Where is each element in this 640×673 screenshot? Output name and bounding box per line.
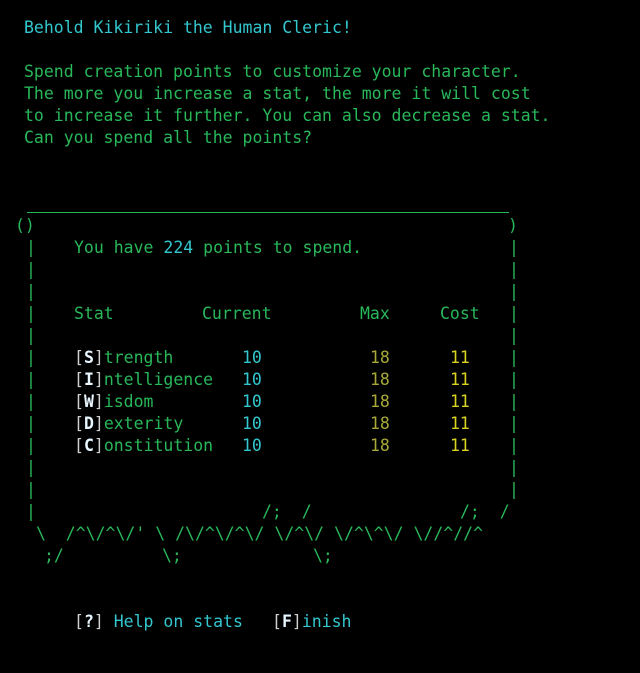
scroll-art-2: /; /	[460, 502, 510, 521]
header-max: Max	[360, 304, 390, 323]
stat-row-intelligence[interactable]: [I]ntelligence	[74, 369, 213, 391]
finish-button[interactable]: [F]inish	[272, 611, 351, 633]
scroll-art-6: \;	[313, 546, 333, 565]
header-cost: Cost	[440, 304, 480, 323]
stat-hotkey[interactable]: D	[84, 414, 94, 433]
stat-hotkey[interactable]: S	[84, 348, 94, 367]
stat-row-constitution[interactable]: [C]onstitution	[74, 435, 213, 457]
help-label: Help on stats	[113, 612, 243, 631]
header-current: Current	[202, 304, 272, 323]
character-title: Behold Kikiriki the Human Cleric!	[24, 18, 352, 37]
scroll-art-5: \;	[162, 546, 182, 565]
stat-max: 18	[370, 392, 390, 411]
intro-line-4: Can you spend all the points?	[24, 128, 313, 147]
header-stat: Stat	[74, 304, 114, 323]
stat-max: 18	[370, 414, 390, 433]
intro-line-3: to increase it further. You can also dec…	[24, 106, 551, 125]
stat-current: 10	[242, 348, 262, 367]
stat-cost: 11	[450, 370, 470, 389]
scroll-art-1: /; /	[262, 502, 312, 521]
help-button[interactable]: [?] Help on stats	[74, 611, 243, 633]
panel-right-border: | | | | | | | | | | | |	[509, 238, 519, 499]
stat-current: 10	[242, 414, 262, 433]
stat-cost: 11	[450, 436, 470, 455]
finish-hotkey[interactable]: F	[282, 612, 292, 631]
help-hotkey[interactable]: ?	[84, 612, 94, 631]
points-prefix: You have	[74, 238, 154, 257]
panel-left-border: | | | | | | | | | | | | |	[26, 238, 36, 521]
panel-top-border	[27, 212, 509, 213]
panel-left-corner: ()	[15, 216, 35, 235]
stat-max: 18	[370, 370, 390, 389]
stat-name: trength	[103, 348, 174, 367]
intro-line-2: The more you increase a stat, the more i…	[24, 84, 531, 103]
stat-current: 10	[242, 370, 262, 389]
stat-name: ntelligence	[103, 370, 214, 389]
scroll-art-4: ;/	[44, 546, 64, 565]
stat-name: onstitution	[103, 436, 214, 455]
panel-right-corner: )	[508, 216, 518, 235]
stat-max: 18	[370, 348, 390, 367]
scroll-art-3: \ /^\/^\/' \ /\/^\/^\/ \/^\/ \/^\^\/ \//…	[36, 524, 484, 543]
points-value: 224	[163, 238, 194, 257]
stat-current: 10	[242, 392, 262, 411]
stat-row-strength[interactable]: [S]trength	[74, 347, 173, 369]
stat-max: 18	[370, 436, 390, 455]
finish-label: inish	[301, 612, 352, 631]
stat-cost: 11	[450, 392, 470, 411]
points-line: You have 224 points to spend.	[74, 237, 362, 259]
stat-row-wisdom[interactable]: [W]isdom	[74, 391, 153, 413]
stat-cost: 11	[450, 414, 470, 433]
stat-name: exterity	[103, 414, 184, 433]
stat-current: 10	[242, 436, 262, 455]
stat-hotkey[interactable]: C	[84, 436, 94, 455]
intro-line-1: Spend creation points to customize your …	[24, 62, 521, 81]
stat-hotkey[interactable]: W	[84, 392, 94, 411]
stat-hotkey[interactable]: I	[84, 370, 94, 389]
stat-row-dexterity[interactable]: [D]exterity	[74, 413, 183, 435]
stat-cost: 11	[450, 348, 470, 367]
stat-name: isdom	[103, 392, 154, 411]
points-suffix: points to spend.	[203, 238, 363, 257]
